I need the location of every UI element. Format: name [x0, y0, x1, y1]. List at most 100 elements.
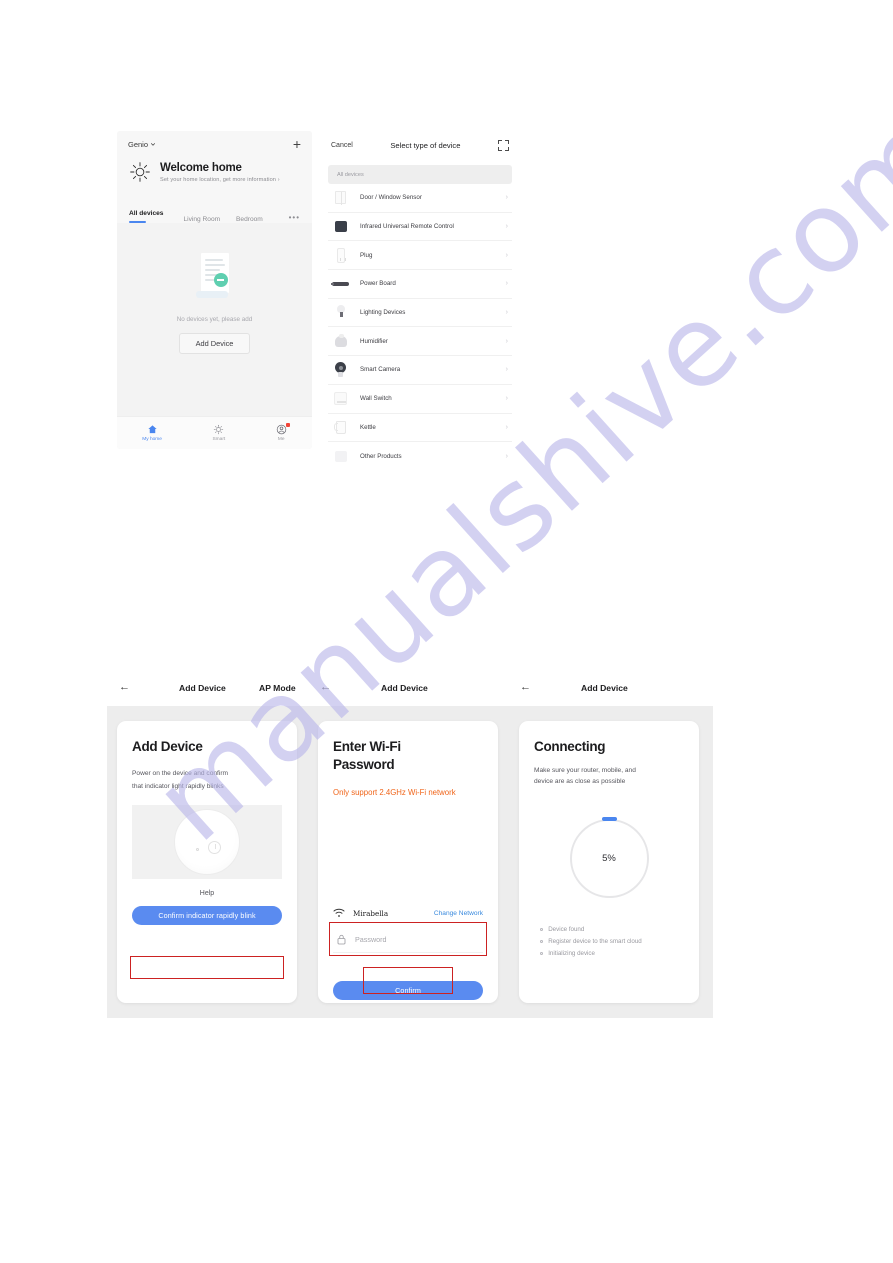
- empty-state-illustration: [178, 245, 252, 307]
- list-item[interactable]: Lighting Devices ›: [328, 299, 512, 328]
- led-indicator-icon: [196, 848, 199, 852]
- password-input[interactable]: Password: [333, 927, 483, 953]
- cancel-button[interactable]: Cancel: [331, 142, 353, 149]
- nav-item-smart[interactable]: Smart: [212, 424, 225, 442]
- notification-badge: [285, 423, 290, 427]
- scan-qr-icon[interactable]: [498, 140, 509, 151]
- tab-all-devices[interactable]: All devices: [129, 210, 183, 223]
- list-item-label: Other Products: [360, 453, 402, 461]
- card-title: Enter Wi-Fi Password: [333, 738, 483, 773]
- step-bullet-icon: [540, 951, 544, 955]
- card-title: Add Device: [132, 739, 203, 754]
- chevron-right-icon: ›: [505, 395, 508, 403]
- step-item: Register device to the smart cloud: [540, 936, 684, 948]
- wifi-icon: [333, 908, 345, 917]
- list-item-label: Humidifier: [360, 337, 388, 345]
- room-tabs: All devices Living Room Bedroom •••: [117, 183, 312, 223]
- step-item: Initializing device: [540, 948, 684, 960]
- tabs-more-icon[interactable]: •••: [289, 213, 300, 223]
- card-description-line-2: that indicator light rapidly blinks: [132, 783, 224, 791]
- section-label: All devices: [337, 171, 364, 178]
- other-products-icon: [331, 447, 350, 466]
- list-item[interactable]: Wall Switch ›: [328, 385, 512, 414]
- tab-label: All devices: [129, 210, 164, 217]
- list-item[interactable]: Kettle ›: [328, 414, 512, 443]
- add-icon[interactable]: +: [293, 137, 301, 151]
- list-item[interactable]: Plug ›: [328, 241, 512, 271]
- header-title-2: Add Device: [381, 683, 428, 693]
- card-description: Make sure your router, mobile, and devic…: [534, 765, 684, 787]
- wall-switch-icon: [331, 389, 350, 408]
- light-bulb-icon: [331, 303, 350, 322]
- list-item[interactable]: Other Products ›: [328, 442, 512, 471]
- cards-panel: Add Device Power on the device and confi…: [107, 706, 713, 1018]
- card-title-line-1: Enter Wi-Fi: [333, 739, 401, 754]
- bottom-screens-group: ← Add Device AP Mode ← Add Device ← Add …: [107, 676, 713, 1018]
- tab-bedroom[interactable]: Bedroom: [236, 216, 289, 223]
- card-description-line-1: Power on the device and confirm: [132, 769, 229, 777]
- ap-mode-label[interactable]: AP Mode: [259, 683, 296, 693]
- chevron-right-icon: ›: [505, 251, 508, 259]
- chevron-right-icon: ›: [505, 223, 508, 231]
- connecting-card: Connecting Make sure your router, mobile…: [519, 721, 699, 1003]
- back-arrow-icon-3[interactable]: ←: [520, 681, 531, 693]
- list-item-label: Wall Switch: [360, 395, 392, 403]
- select-device-top-bar: Cancel Select type of device: [320, 131, 520, 160]
- door-window-sensor-icon: [331, 188, 350, 207]
- list-item[interactable]: Humidifier ›: [328, 327, 512, 357]
- chevron-right-icon: ›: [505, 309, 508, 317]
- home-screen: Genio + Welcome home Set your home locat…: [117, 131, 312, 449]
- home-location-link[interactable]: Set your home location, get more informa…: [160, 177, 280, 183]
- home-name-selector[interactable]: Genio: [128, 140, 156, 149]
- add-device-card: Add Device Power on the device and confi…: [117, 721, 297, 1003]
- list-item[interactable]: Door / Window Sensor ›: [328, 184, 512, 213]
- section-tab-all-devices[interactable]: All devices: [328, 165, 512, 184]
- progress-ring-wrapper: 5%: [534, 817, 684, 898]
- list-item[interactable]: Smart Camera ›: [328, 356, 512, 385]
- add-device-button[interactable]: Add Device: [178, 333, 251, 354]
- list-item-label: Door / Window Sensor: [360, 194, 422, 202]
- list-item-label: Smart Camera: [360, 366, 401, 374]
- wifi-ssid: Mirabella: [353, 908, 389, 918]
- annotation-box-confirm-indicator: [130, 956, 284, 979]
- home-empty-state: No devices yet, please add Add Device: [117, 223, 312, 406]
- chevron-right-icon: ›: [277, 176, 280, 183]
- chevron-right-icon: ›: [505, 280, 508, 288]
- power-button-icon: [208, 841, 221, 855]
- progress-arc: [601, 817, 617, 821]
- list-item-label: Power Board: [360, 280, 396, 288]
- select-device-screen: Cancel Select type of device All devices…: [320, 131, 520, 481]
- list-item[interactable]: Power Board ›: [328, 270, 512, 299]
- tab-underline: [129, 221, 146, 223]
- step-bullet-icon: [540, 928, 544, 932]
- wifi-network-row: Mirabella Change Network: [333, 908, 483, 918]
- list-item[interactable]: Infrared Universal Remote Control ›: [328, 213, 512, 242]
- step-label: Initializing device: [548, 949, 595, 957]
- top-screens-group: Genio + Welcome home Set your home locat…: [117, 131, 720, 481]
- progress-ring: 5%: [569, 817, 649, 898]
- nav-label: My home: [142, 437, 162, 442]
- kettle-icon: [331, 418, 350, 437]
- sun-icon: [130, 162, 150, 182]
- home-top-bar: Genio +: [117, 131, 312, 157]
- home-hero: Welcome home Set your home location, get…: [117, 157, 312, 183]
- nav-item-my-home[interactable]: My home: [142, 424, 162, 442]
- card-title-line-2: Password: [333, 756, 395, 772]
- confirm-button[interactable]: Confirm: [333, 981, 483, 1000]
- chevron-right-icon: ›: [505, 453, 508, 461]
- wifi-password-card: Enter Wi-Fi Password Only support 2.4GHz…: [318, 721, 498, 1003]
- home-icon: [147, 425, 157, 434]
- nav-label: Smart: [212, 437, 226, 442]
- nav-item-me[interactable]: Me: [276, 423, 290, 442]
- home-location-label: Set your home location, get more informa…: [160, 176, 277, 183]
- nav-label: Me: [277, 437, 285, 442]
- step-label: Register device to the smart cloud: [548, 937, 642, 945]
- change-network-link[interactable]: Change Network: [434, 910, 483, 917]
- tab-living-room[interactable]: Living Room: [183, 216, 236, 223]
- help-link[interactable]: Help: [132, 890, 282, 897]
- back-arrow-icon-1[interactable]: ←: [119, 681, 130, 693]
- card-description-line-1: Make sure your router, mobile, and: [534, 766, 636, 774]
- back-arrow-icon-2[interactable]: ←: [320, 681, 331, 693]
- header-title-1: Add Device: [179, 683, 226, 693]
- confirm-indicator-button[interactable]: Confirm indicator rapidly blink: [132, 906, 282, 926]
